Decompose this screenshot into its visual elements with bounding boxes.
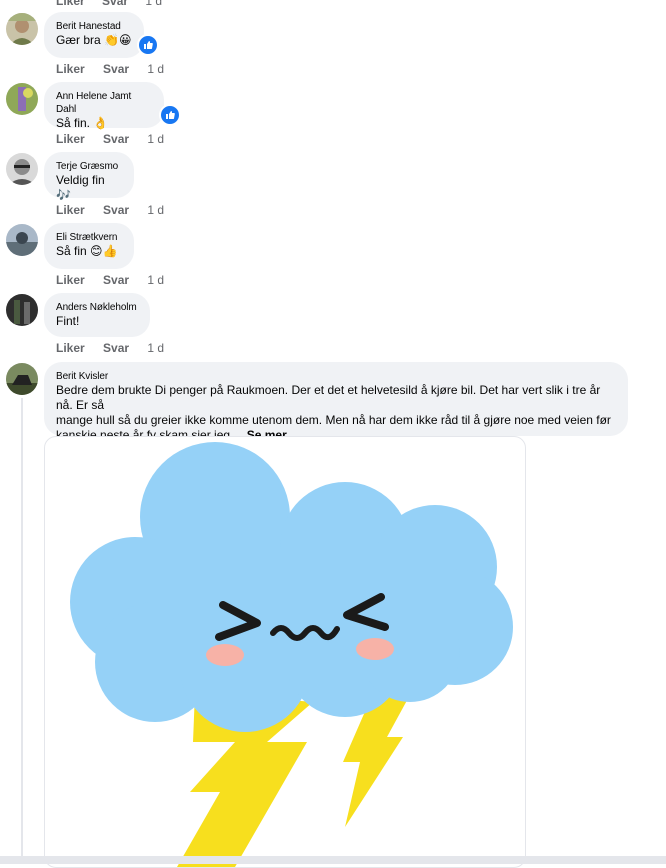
like-reaction-icon[interactable] <box>159 104 181 126</box>
partial-actions-row: Liker Svar 1 d <box>56 0 176 8</box>
author-name[interactable]: Terje Græsmo <box>56 160 122 173</box>
like-link[interactable]: Liker <box>56 273 85 287</box>
comment-actions: Liker Svar 1 d <box>56 341 164 355</box>
comment-text: Så fin. <box>56 116 91 130</box>
author-name[interactable]: Berit Hanestad <box>56 20 132 33</box>
comment-bubble: Terje Græsmo Veldig fin 🎶 <box>44 152 134 202</box>
comment-bubble: Anders Nøkleholm Fint! <box>44 293 150 337</box>
like-link[interactable]: Liker <box>56 341 85 355</box>
author-name[interactable]: Anders Nøkleholm <box>56 301 138 314</box>
comment-bubble: Ann Helene Jamt Dahl Så fin. 👌 <box>44 82 164 130</box>
comment-time[interactable]: 1 d <box>147 132 164 146</box>
comment-time[interactable]: 1 d <box>145 0 162 8</box>
comment-actions: Liker Svar 1 d <box>56 273 164 287</box>
reply-link[interactable]: Svar <box>103 203 129 217</box>
author-name[interactable]: Eli Strætkvern <box>56 231 122 244</box>
thunder-cloud-sticker <box>70 442 513 867</box>
comment-bubble: Berit Hanestad Gær bra 👏😀 <box>44 12 144 58</box>
like-link[interactable]: Liker <box>56 203 85 217</box>
comment-actions: Liker Svar 1 d <box>56 203 164 217</box>
avatar[interactable] <box>6 13 38 45</box>
smile-thumbs-emoji: 😊👍 <box>90 244 118 258</box>
like-link[interactable]: Liker <box>56 62 85 76</box>
comment-text: Gær bra <box>56 33 101 47</box>
avatar[interactable] <box>6 153 38 185</box>
ok-hand-emoji: 👌 <box>93 116 109 130</box>
reply-link[interactable]: Svar <box>103 341 129 355</box>
bottom-scroll-edge <box>0 856 666 864</box>
avatar[interactable] <box>6 294 38 326</box>
comment-sticker[interactable] <box>44 436 526 868</box>
comment-text: Fint! <box>56 314 80 328</box>
comment-text: Veldig fin <box>56 173 105 187</box>
reply-link[interactable]: Svar <box>103 132 129 146</box>
reply-link[interactable]: Svar <box>102 0 128 8</box>
music-notes-emoji: 🎶 <box>56 188 71 202</box>
like-reaction-icon[interactable] <box>137 34 159 56</box>
comment-bubble: Berit Kvisler Bedre dem brukte Di penger… <box>44 362 628 442</box>
comment-text-line: Bedre dem brukte Di penger på Raukmoen. … <box>56 383 601 412</box>
comment-time[interactable]: 1 d <box>147 62 164 76</box>
comment-time[interactable]: 1 d <box>147 273 164 287</box>
like-link[interactable]: Liker <box>56 132 85 146</box>
comment-time[interactable]: 1 d <box>147 341 164 355</box>
avatar[interactable] <box>6 363 38 395</box>
reply-link[interactable]: Svar <box>103 273 129 287</box>
comment-text: Så fin <box>56 244 87 258</box>
author-name[interactable]: Ann Helene Jamt Dahl <box>56 90 152 116</box>
comment-bubble: Eli Strætkvern Så fin 😊👍 <box>44 223 134 269</box>
avatar[interactable] <box>6 83 38 115</box>
comment-text-line: mange hull så du greier ikke komme uteno… <box>56 413 611 427</box>
author-name[interactable]: Berit Kvisler <box>56 370 616 383</box>
like-link[interactable]: Liker <box>56 0 85 8</box>
clap-smile-emoji: 👏😀 <box>104 33 132 47</box>
reply-link[interactable]: Svar <box>103 62 129 76</box>
comment-actions: Liker Svar 1 d <box>56 62 164 76</box>
avatar[interactable] <box>6 224 38 256</box>
comment-actions: Liker Svar 1 d <box>56 132 164 146</box>
thread-line <box>21 398 23 864</box>
comment-time[interactable]: 1 d <box>147 203 164 217</box>
